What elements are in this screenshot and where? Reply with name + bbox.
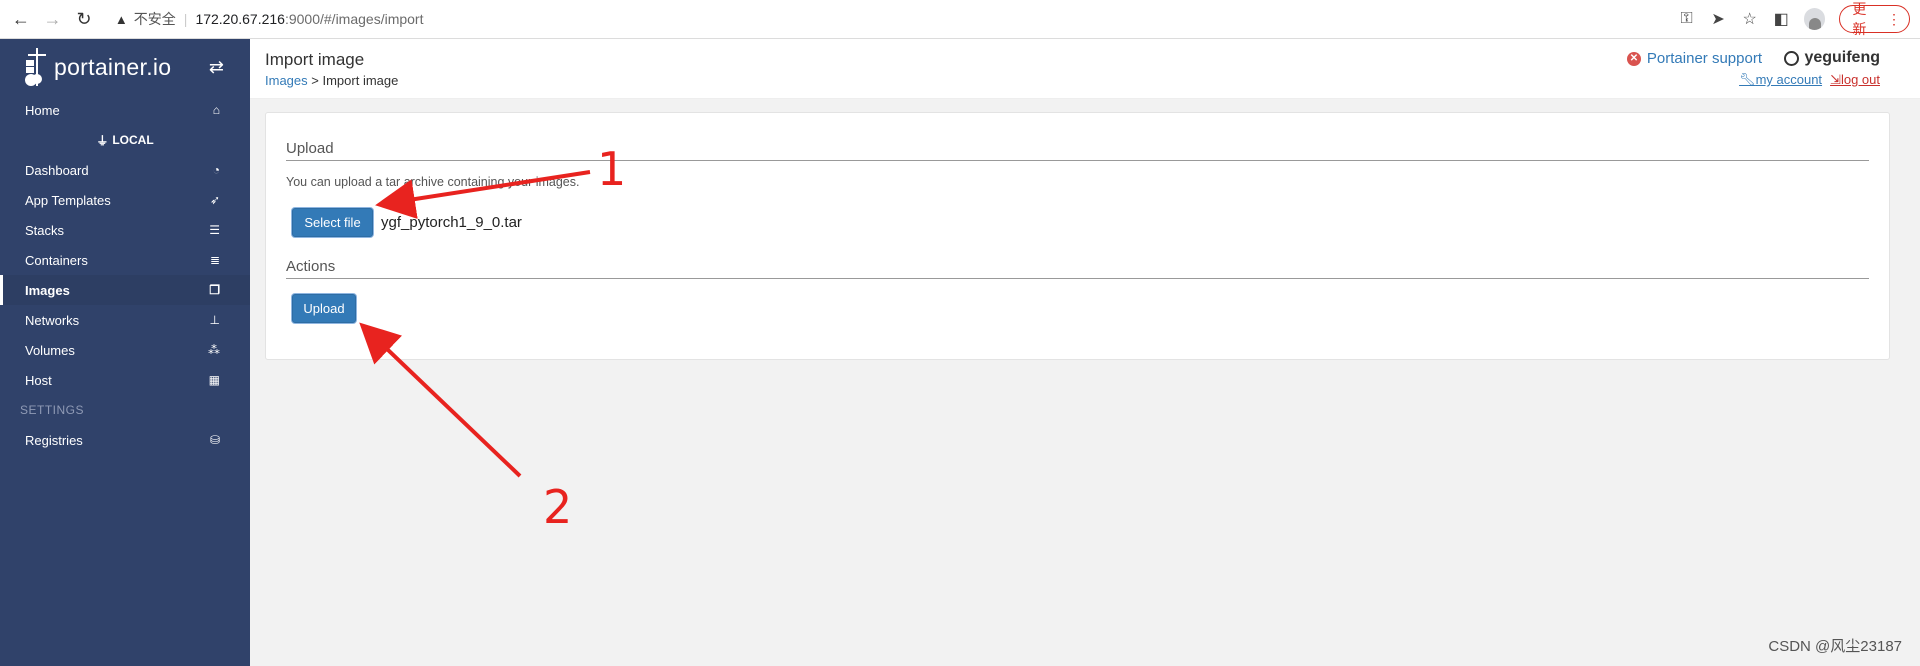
reload-icon[interactable]: ↻ [73, 8, 95, 30]
plug-icon: ⏚ [96, 133, 109, 148]
breadcrumb-current: Import image [322, 73, 399, 88]
sidebar-item-app-templates[interactable]: App Templates ➶ [0, 185, 250, 215]
browser-toolbar: ← → ↻ ▲ 不安全 | 172.20.67.216:9000/#/image… [0, 0, 1920, 39]
select-file-button[interactable]: Select file [292, 208, 373, 237]
username: yeguifeng [1804, 49, 1880, 66]
user-circle-icon [1784, 50, 1800, 66]
home-icon: ⌂ [212, 103, 220, 117]
times-circle-icon: ✕ [1626, 51, 1641, 66]
wrench-icon: 🔧︎ [1739, 72, 1756, 87]
brand-name: portainer.io [54, 53, 172, 80]
address-bar[interactable]: ▲ 不安全 | 172.20.67.216:9000/#/images/impo… [108, 4, 1678, 34]
my-account-link[interactable]: 🔧︎my account [1739, 72, 1822, 88]
address-separator: | [183, 11, 188, 27]
side-panel-icon[interactable]: ◧ [1772, 9, 1790, 29]
sidebar-item-volumes[interactable]: Volumes ⁂ [0, 335, 250, 365]
update-button[interactable]: 更新 ⋮ [1839, 1, 1910, 37]
sidebar-item-label: Home [25, 102, 60, 118]
sidebar-item-label: Host [25, 372, 52, 388]
sidebar-item-host[interactable]: Host ▦ [0, 365, 250, 395]
database-icon: ⛁ [209, 433, 220, 447]
url-path: :9000/#/images/import [284, 11, 424, 27]
upload-section-title: Upload [286, 140, 334, 157]
log-out-label: log out [1840, 72, 1880, 87]
sidebar-item-label: App Templates [25, 192, 111, 208]
sidebar-toggle-icon[interactable]: ⇄ [209, 57, 224, 78]
insecure-label: 不安全 [133, 11, 176, 27]
breadcrumb-separator: > [311, 73, 319, 88]
profile-avatar[interactable] [1803, 8, 1826, 30]
sidebar-item-networks[interactable]: Networks ⊥ [0, 305, 250, 335]
breadcrumb: Images > Import image [265, 73, 398, 88]
more-menu-icon: ⋮ [1886, 10, 1901, 27]
sidebar: portainer.io ⇄ Home ⌂ ⏚ LOCAL Dashboard … [0, 39, 250, 666]
sidebar-item-home[interactable]: Home ⌂ [0, 95, 250, 125]
upload-help-text: You can upload a tar archive containing … [286, 175, 580, 189]
sidebar-item-label: Volumes [25, 342, 75, 358]
sidebar-item-label: Dashboard [25, 162, 89, 178]
portainer-support-link[interactable]: ✕ Portainer support [1626, 50, 1762, 67]
watermark: CSDN @风尘23187 [1768, 638, 1902, 655]
sidebar-item-label: Containers [25, 252, 88, 268]
rocket-icon: ➶ [209, 193, 220, 207]
cubes-icon: ⁂ [208, 343, 220, 357]
warning-icon: ▲ [114, 11, 128, 27]
back-icon[interactable]: ← [10, 8, 32, 30]
star-icon[interactable]: ☆ [1741, 9, 1759, 29]
account-links: 🔧︎my account ⇲log out [1739, 72, 1880, 88]
page-header: Import image Images > Import image ✕ Por… [250, 39, 1920, 99]
sidebar-item-label: Stacks [25, 222, 65, 238]
clone-icon: ❐ [209, 283, 220, 297]
my-account-label: my account [1755, 72, 1823, 87]
upload-button[interactable]: Upload [292, 294, 356, 323]
dashboard-icon: ◔ [212, 163, 220, 177]
sidebar-item-containers[interactable]: Containers ≣ [0, 245, 250, 275]
sidebar-item-registries[interactable]: Registries ⛁ [0, 425, 250, 455]
url-host: 172.20.67.216 [195, 11, 285, 27]
page-title: Import image [265, 50, 365, 69]
support-label: Portainer support [1646, 50, 1762, 67]
sitemap-icon: ⊥ [209, 313, 220, 327]
sidebar-item-label: Images [25, 282, 70, 298]
server-icon: ≣ [209, 253, 220, 267]
portainer-logo-icon [22, 46, 52, 88]
actions-section-title: Actions [286, 258, 336, 275]
forward-icon[interactable]: → [42, 8, 64, 30]
sidebar-item-label: Networks [25, 312, 80, 328]
sidebar-item-stacks[interactable]: Stacks ☰ [0, 215, 250, 245]
annotation-number-1: 1 [597, 142, 627, 196]
log-out-link[interactable]: ⇲log out [1830, 72, 1880, 88]
annotation-number-2: 2 [543, 480, 573, 534]
import-panel: Upload You can upload a tar archive cont… [265, 112, 1890, 360]
endpoint-name: LOCAL [112, 133, 154, 147]
actions-divider [286, 278, 1869, 279]
user-info: yeguifeng [1784, 49, 1880, 67]
settings-heading: SETTINGS [20, 403, 85, 417]
send-icon[interactable]: ➤ [1709, 9, 1727, 29]
upload-divider [286, 160, 1869, 161]
sign-out-icon: ⇲ [1830, 72, 1841, 87]
list-icon: ☰ [209, 223, 220, 237]
endpoint-local-label: ⏚ LOCAL [0, 125, 250, 155]
selected-file-name: ygf_pytorch1_9_0.tar [381, 214, 522, 231]
sidebar-item-dashboard[interactable]: Dashboard ◔ [0, 155, 250, 185]
sidebar-item-images[interactable]: Images ❐ [0, 275, 250, 305]
key-icon[interactable]: ⚿ [1678, 10, 1696, 28]
sidebar-item-label: Registries [25, 432, 83, 448]
breadcrumb-images-link[interactable]: Images [265, 73, 308, 88]
brand[interactable]: portainer.io ⇄ [0, 39, 250, 95]
grid-icon: ▦ [208, 373, 220, 387]
update-label: 更新 [1852, 1, 1867, 37]
